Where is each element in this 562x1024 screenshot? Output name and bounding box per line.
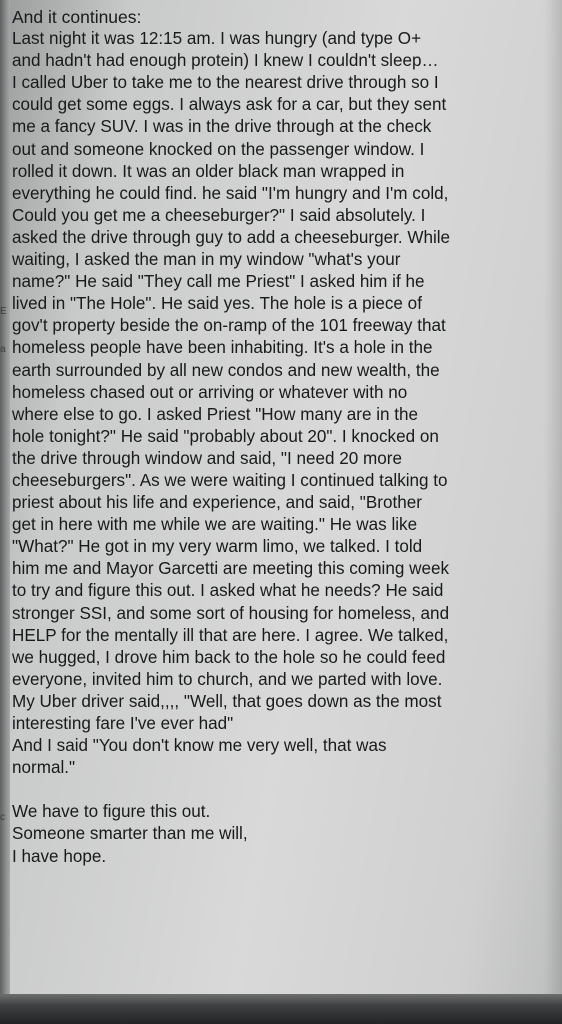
edge-fragment-a: a	[0, 344, 6, 355]
note-line: I called Uber to take me to the nearest …	[12, 73, 439, 93]
left-window-edge	[0, 0, 10, 1024]
note-line: we hugged, I drove him back to the hole …	[12, 647, 446, 667]
note-line: Could you get me a cheeseburger?" I said…	[12, 205, 426, 225]
note-title: And it continues:	[12, 7, 142, 27]
note-line: HELP for the mentally ill that are here.…	[12, 625, 449, 645]
note-line: "What?" He got in my very warm limo, we …	[12, 537, 423, 557]
note-text-body: And it continues: Last night it was 12:1…	[12, 6, 557, 868]
note-line: Last night it was 12:15 am. I was hungry…	[12, 29, 422, 49]
right-edge-shadow	[544, 0, 562, 1024]
note-line: hole tonight?" He said "probably about 2…	[12, 426, 439, 446]
note-line: lived in "The Hole". He said yes. The ho…	[12, 294, 422, 314]
note-line: get in here with me while we are waiting…	[12, 515, 418, 535]
note-blank-line	[12, 779, 557, 801]
note-line: and hadn't had enough protein) I knew I …	[12, 51, 439, 71]
edge-fragment-e: E	[0, 306, 7, 317]
note-line: rolled it down. It was an older black ma…	[12, 161, 405, 181]
note-line: where else to go. I asked Priest "How ma…	[12, 404, 419, 424]
note-line: gov't property beside the on-ramp of the…	[12, 316, 446, 336]
note-line: I have hope.	[12, 846, 107, 866]
note-line: homeless chased out or arriving or whate…	[12, 382, 408, 402]
note-line: the drive through window and said, "I ne…	[12, 448, 402, 468]
note-line: name?" He said "They call me Priest" I a…	[12, 272, 425, 292]
photographed-screen: a E c And it continues: Last night it wa…	[0, 0, 562, 1024]
note-line: normal."	[12, 758, 76, 778]
note-line: waiting, I asked the man in my window "w…	[12, 250, 401, 270]
note-line: My Uber driver said,,,, "Well, that goes…	[12, 691, 442, 711]
note-line: And I said "You don't know me very well,…	[12, 736, 387, 756]
note-line: Someone smarter than me will,	[12, 824, 248, 844]
note-line: me a fancy SUV. I was in the drive throu…	[12, 117, 432, 137]
note-line: everyone, invited him to church, and we …	[12, 669, 443, 689]
note-line: him me and Mayor Garcetti are meeting th…	[12, 559, 450, 579]
note-line: to try and figure this out. I asked what…	[12, 581, 444, 601]
note-line: stronger SSI, and some sort of housing f…	[12, 603, 450, 623]
note-line: out and someone knocked on the passenger…	[12, 139, 425, 159]
note-line: interesting fare I've ever had"	[12, 714, 234, 733]
note-line: cheeseburgers". As we were waiting I con…	[12, 470, 448, 490]
bottom-monitor-bezel	[0, 994, 562, 1024]
note-line: could get some eggs. I always ask for a …	[12, 95, 447, 115]
note-line: We have to figure this out.	[12, 802, 211, 822]
note-line: earth surrounded by all new condos and n…	[12, 360, 440, 380]
note-line: priest about his life and experience, an…	[12, 493, 422, 513]
edge-fragment-c: c	[0, 812, 5, 823]
note-line: asked the drive through guy to add a che…	[12, 227, 451, 247]
note-line: everything he could find. he said "I'm h…	[12, 183, 449, 203]
note-line: homeless people have been inhabiting. It…	[12, 338, 433, 358]
